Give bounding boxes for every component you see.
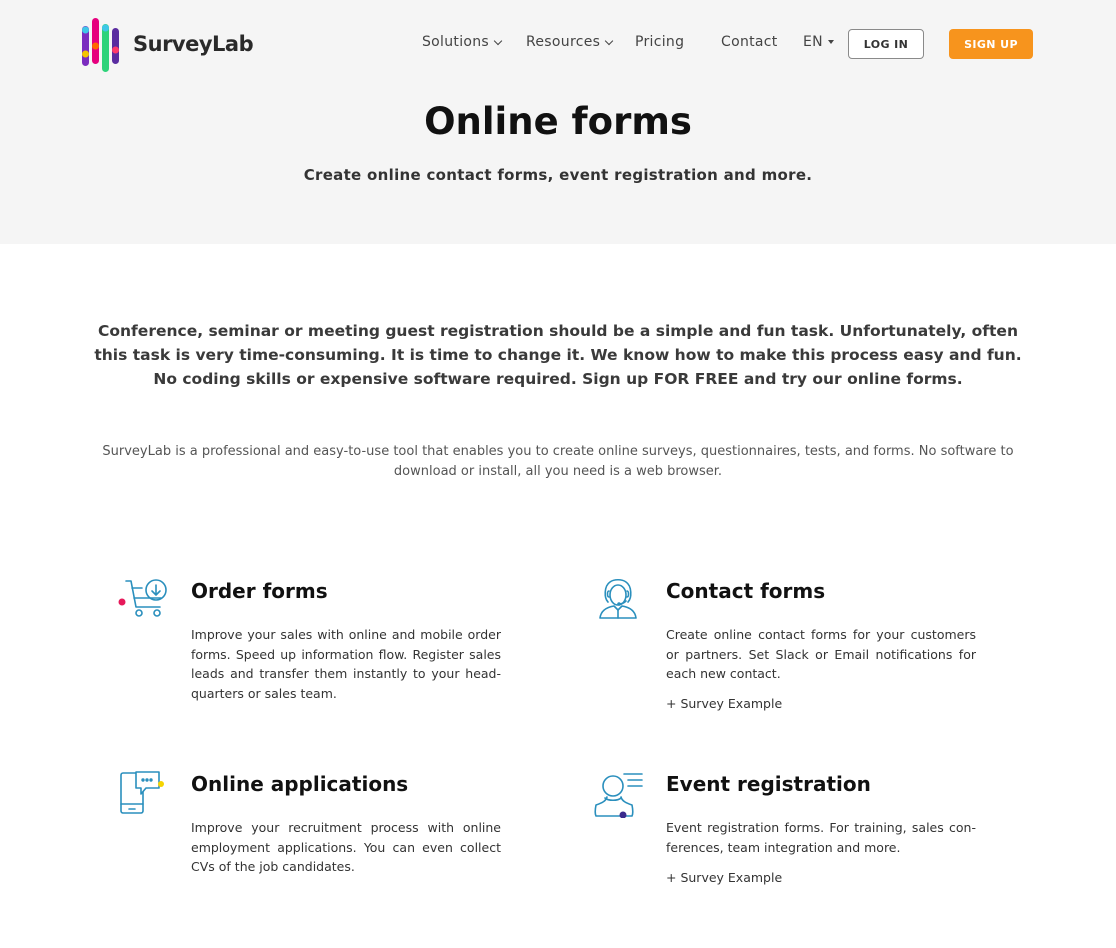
nav-solutions[interactable]: Solutions [422, 34, 503, 50]
feature-title-order-forms: Order forms [191, 579, 328, 603]
login-button[interactable]: LOG IN [848, 29, 924, 59]
feature-title-event-registration: Event registration [666, 772, 871, 796]
chevron-down-icon [493, 36, 503, 45]
language-label: EN [803, 34, 823, 50]
nav-contact-label: Contact [721, 34, 778, 50]
nav-resources[interactable]: Resources [526, 34, 614, 50]
feature-text-contact-forms: Create online contact forms for your cus… [666, 627, 976, 681]
caret-down-icon [827, 40, 834, 44]
nav-contact[interactable]: Contact [721, 34, 778, 50]
lead-paragraph: Conference, seminar or meeting guest reg… [94, 322, 1022, 388]
feature-title-contact-forms: Contact forms [666, 579, 826, 603]
page-subtitle: Create online contact forms, event regis… [303, 166, 813, 184]
language-selector[interactable]: EN [803, 34, 834, 50]
shopping-cart-icon [118, 579, 167, 617]
person-list-icon [594, 773, 643, 818]
feature-title-online-applications: Online applications [191, 772, 409, 796]
page-title: Online forms [424, 100, 692, 143]
survey-example-link[interactable]: + Survey Example [666, 870, 782, 885]
nav-pricing-label: Pricing [635, 34, 685, 50]
nav-solutions-label: Solutions [422, 34, 490, 50]
survey-example-link[interactable]: + Survey Example [666, 696, 782, 711]
nav-resources-label: Resources [526, 34, 601, 50]
intro-paragraph: SurveyLab is a professional and easy-to-… [102, 444, 1014, 479]
feature-text-online-applications: Improve your recruitment process with on… [191, 820, 501, 874]
signup-button[interactable]: SIGN UP [949, 29, 1033, 59]
nav-pricing[interactable]: Pricing [635, 34, 684, 50]
chevron-down-icon [604, 36, 614, 45]
feature-text-event-registration: Event registration forms. For training, … [666, 820, 976, 855]
support-agent-icon [599, 578, 637, 619]
feature-text-order-forms: Improve your sales with online and mobil… [191, 627, 501, 701]
mobile-chat-icon [120, 771, 164, 814]
